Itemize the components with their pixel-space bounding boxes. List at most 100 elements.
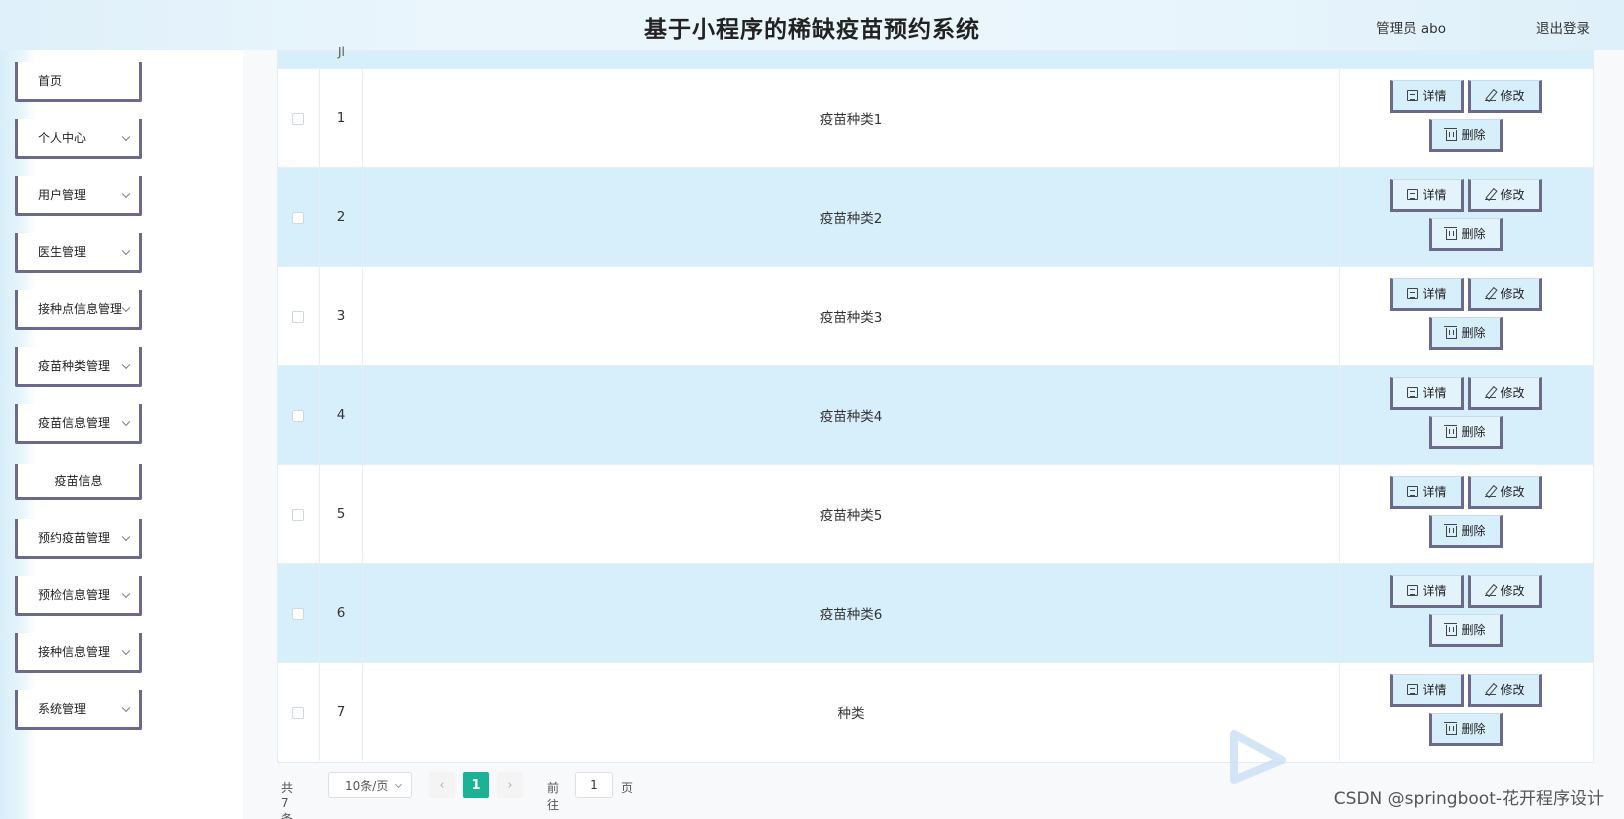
table-row: 7 种类 详情 修改 删除	[278, 662, 1593, 761]
chevron-down-icon	[121, 132, 131, 141]
sidebar-item-precheck-management[interactable]: 预检信息管理	[15, 576, 142, 616]
sidebar-item-label: 疫苗种类管理	[38, 359, 111, 373]
sidebar-item-label: 疫苗信息	[54, 474, 103, 488]
logout-link[interactable]: 退出登录	[1536, 17, 1590, 37]
row-index: 5	[320, 465, 363, 563]
row-checkbox[interactable]	[292, 707, 304, 719]
row-vaccine-type-name: 疫苗种类3	[363, 267, 1340, 365]
sidebar-subitem-vaccine-info[interactable]: 疫苗信息	[15, 464, 142, 500]
edit-icon	[1485, 684, 1497, 695]
next-page-button[interactable]: ›	[497, 772, 523, 798]
row-actions: 详情 修改删除	[1340, 267, 1595, 365]
row-vaccine-type-name: 疫苗种类4	[363, 366, 1340, 464]
detail-button[interactable]: 详情	[1390, 377, 1464, 410]
delete-button[interactable]: 删除	[1429, 713, 1503, 746]
delete-button[interactable]: 删除	[1429, 317, 1503, 350]
sidebar-item-label: 疫苗信息管理	[38, 416, 111, 430]
table-row: 2 疫苗种类2 详情 修改 删除	[278, 167, 1593, 266]
table-row: 1 疫苗种类1 详情 修改 删除	[278, 68, 1593, 167]
row-checkbox[interactable]	[292, 509, 304, 521]
row-actions: 详情 修改删除	[1340, 168, 1595, 266]
trash-icon	[1444, 523, 1458, 537]
row-index: 6	[320, 564, 363, 662]
document-icon	[1407, 585, 1419, 596]
row-checkbox[interactable]	[292, 212, 304, 224]
detail-button[interactable]: 详情	[1390, 476, 1464, 509]
row-checkbox-cell	[278, 663, 320, 761]
edit-button[interactable]: 修改	[1468, 476, 1542, 509]
trash-icon	[1444, 622, 1458, 636]
delete-button[interactable]: 删除	[1429, 218, 1503, 251]
detail-button[interactable]: 详情	[1390, 179, 1464, 212]
detail-button[interactable]: 详情	[1390, 575, 1464, 608]
chevron-down-icon	[121, 360, 131, 369]
row-checkbox[interactable]	[292, 410, 304, 422]
sidebar-item-home[interactable]: 首页	[15, 62, 142, 102]
row-checkbox[interactable]	[292, 113, 304, 125]
sidebar-item-vaccine-info-management[interactable]: 疫苗信息管理	[15, 404, 142, 444]
row-checkbox[interactable]	[292, 311, 304, 323]
delete-button[interactable]: 删除	[1429, 614, 1503, 647]
document-icon	[1407, 189, 1419, 200]
detail-button-label: 详情	[1422, 584, 1447, 598]
chevron-left-icon: ‹	[439, 777, 445, 793]
chevron-down-icon	[121, 532, 131, 541]
sidebar-item-personal-center[interactable]: 个人中心	[15, 119, 142, 159]
goto-page-input[interactable]	[575, 772, 613, 798]
detail-button-label: 详情	[1422, 485, 1447, 499]
row-actions: 详情 修改删除	[1340, 366, 1595, 464]
delete-button[interactable]: 删除	[1429, 416, 1503, 449]
edit-button-label: 修改	[1500, 89, 1525, 103]
edit-button[interactable]: 修改	[1468, 674, 1542, 707]
edit-button[interactable]: 修改	[1468, 179, 1542, 212]
detail-button[interactable]: 详情	[1390, 674, 1464, 707]
sidebar: 首页 个人中心 用户管理 医生管理 接种点信息管理 疫苗种类管理 疫苗信息管理 …	[0, 50, 243, 819]
page-number-button[interactable]: 1	[463, 772, 489, 798]
delete-button[interactable]: 删除	[1429, 119, 1503, 152]
row-actions: 详情 修改删除	[1340, 564, 1595, 662]
page-size-select[interactable]: 10条/页	[328, 772, 412, 798]
edit-button[interactable]: 修改	[1468, 278, 1542, 311]
sidebar-item-vaccination-site-management[interactable]: 接种点信息管理	[15, 290, 142, 330]
trash-icon	[1444, 226, 1458, 240]
edit-button[interactable]: 修改	[1468, 575, 1542, 608]
sidebar-item-vaccination-info-management[interactable]: 接种信息管理	[15, 633, 142, 673]
edit-button[interactable]: 修改	[1468, 80, 1542, 113]
row-checkbox-cell	[278, 69, 320, 167]
sidebar-item-label: 预约疫苗管理	[38, 531, 111, 545]
chevron-right-icon: ›	[507, 777, 513, 793]
sidebar-item-label: 用户管理	[38, 188, 87, 202]
prev-page-button[interactable]: ‹	[429, 772, 455, 798]
row-checkbox-cell	[278, 465, 320, 563]
document-icon	[1407, 684, 1419, 695]
row-checkbox[interactable]	[292, 608, 304, 620]
edit-button-label: 修改	[1500, 485, 1525, 499]
delete-button-label: 删除	[1461, 326, 1486, 340]
detail-button[interactable]: 详情	[1390, 80, 1464, 113]
edit-icon	[1485, 189, 1497, 200]
row-actions: 详情 修改删除	[1340, 465, 1595, 563]
sidebar-item-user-management[interactable]: 用户管理	[15, 176, 142, 216]
sidebar-item-vaccine-appointment-management[interactable]: 预约疫苗管理	[15, 519, 142, 559]
edit-icon	[1485, 90, 1497, 101]
row-checkbox-cell	[278, 267, 320, 365]
delete-button-label: 删除	[1461, 524, 1486, 538]
sidebar-item-system-management[interactable]: 系统管理	[15, 690, 142, 730]
chevron-down-icon	[121, 303, 131, 312]
delete-button-label: 删除	[1461, 128, 1486, 142]
row-vaccine-type-name: 疫苗种类5	[363, 465, 1340, 563]
detail-button[interactable]: 详情	[1390, 278, 1464, 311]
chevron-down-icon	[394, 780, 403, 789]
edit-icon	[1485, 585, 1497, 596]
document-icon	[1407, 486, 1419, 497]
delete-button[interactable]: 删除	[1429, 515, 1503, 548]
watermark-text: CSDN @springboot-花开程序设计	[1333, 789, 1604, 809]
sidebar-item-vaccine-type-management[interactable]: 疫苗种类管理	[15, 347, 142, 387]
sidebar-item-label: 首页	[38, 74, 63, 88]
edit-button[interactable]: 修改	[1468, 377, 1542, 410]
sidebar-item-label: 系统管理	[38, 702, 87, 716]
chevron-down-icon	[121, 246, 131, 255]
delete-button-label: 删除	[1461, 623, 1486, 637]
sidebar-item-doctor-management[interactable]: 医生管理	[15, 233, 142, 273]
row-checkbox-cell	[278, 564, 320, 662]
